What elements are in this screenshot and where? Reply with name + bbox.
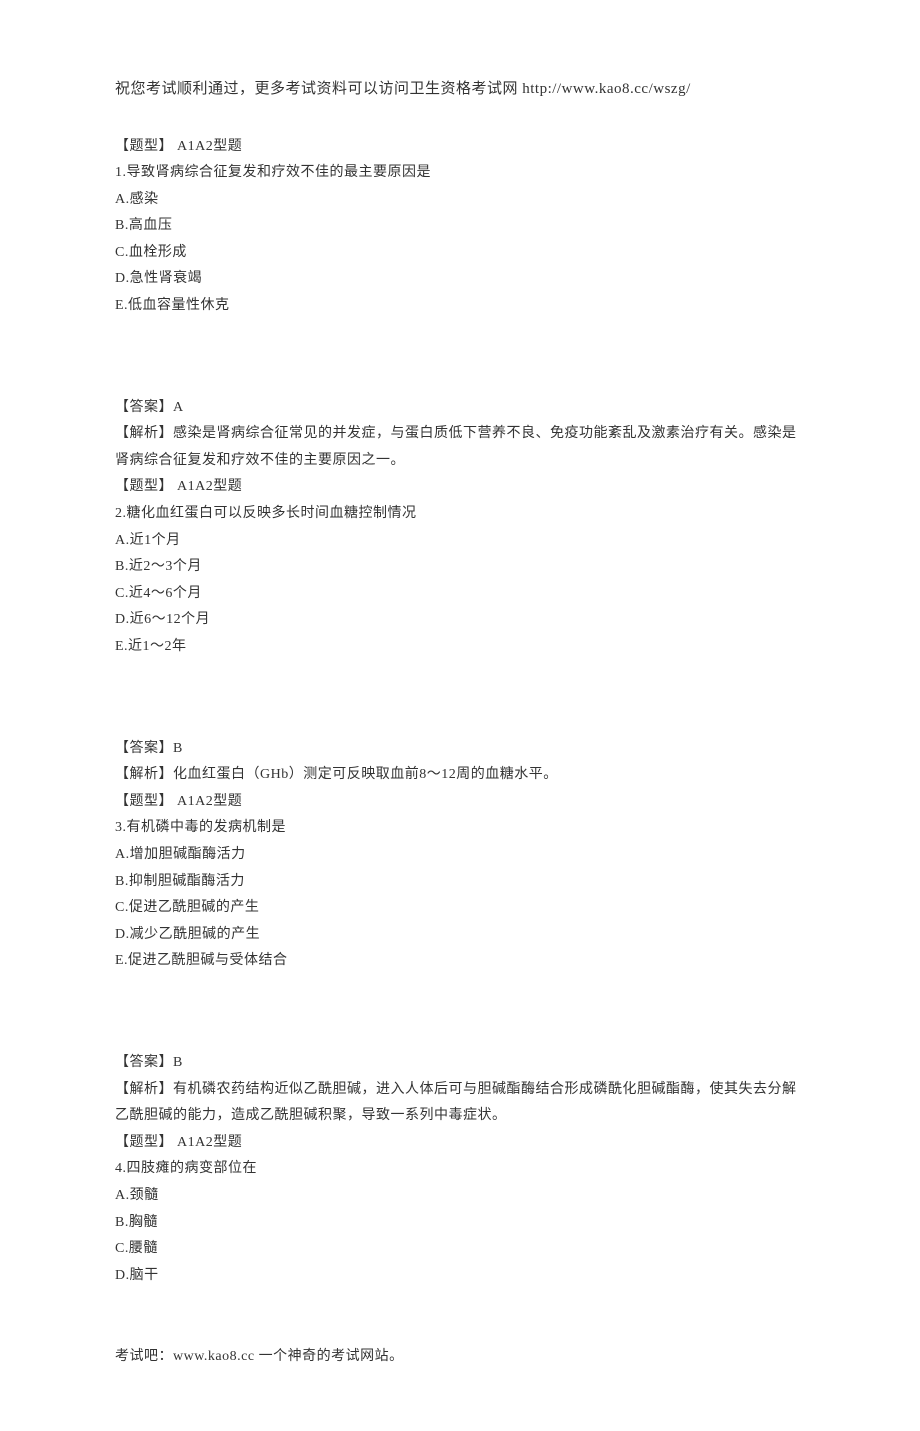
answer-section-3: 【答案】B 【解析】有机磷农药结构近似乙酰胆碱，进入人体后可与胆碱酯酶结合形成磷… — [115, 1050, 805, 1289]
option-a: A.近1个月 — [115, 528, 805, 555]
option-c: C.促进乙酰胆碱的产生 — [115, 895, 805, 922]
question-type: 【题型】 A1A2型题 — [115, 789, 805, 816]
question-block-1: 【题型】 A1A2型题 1.导致肾病综合征复发和疗效不佳的最主要原因是 A.感染… — [115, 134, 805, 320]
page-footer: 考试吧：www.kao8.cc 一个神奇的考试网站。 — [115, 1344, 805, 1371]
analysis-text: 【解析】有机磷农药结构近似乙酰胆碱，进入人体后可与胆碱酯酶结合形成磷酰化胆碱酯酶… — [115, 1077, 805, 1130]
option-e: E.促进乙酰胆碱与受体结合 — [115, 948, 805, 975]
option-d: D.近6～12个月 — [115, 607, 805, 634]
option-d: D.减少乙酰胆碱的产生 — [115, 922, 805, 949]
question-type: 【题型】 A1A2型题 — [115, 1130, 805, 1157]
analysis-text: 【解析】感染是肾病综合征常见的并发症，与蛋白质低下营养不良、免疫功能紊乱及激素治… — [115, 421, 805, 474]
question-stem: 3.有机磷中毒的发病机制是 — [115, 815, 805, 842]
answer-label: 【答案】B — [115, 736, 805, 763]
option-a: A.感染 — [115, 187, 805, 214]
option-c: C.近4～6个月 — [115, 581, 805, 608]
option-b: B.胸髓 — [115, 1210, 805, 1237]
option-c: C.血栓形成 — [115, 240, 805, 267]
option-b: B.高血压 — [115, 213, 805, 240]
option-e: E.低血容量性休克 — [115, 293, 805, 320]
option-b: B.近2～3个月 — [115, 554, 805, 581]
answer-section-1: 【答案】A 【解析】感染是肾病综合征常见的并发症，与蛋白质低下营养不良、免疫功能… — [115, 395, 805, 661]
question-stem: 2.糖化血红蛋白可以反映多长时间血糖控制情况 — [115, 501, 805, 528]
question-stem: 1.导致肾病综合征复发和疗效不佳的最主要原因是 — [115, 160, 805, 187]
answer-section-2: 【答案】B 【解析】化血红蛋白（GHb）测定可反映取血前8～12周的血糖水平。 … — [115, 736, 805, 975]
answer-label: 【答案】A — [115, 395, 805, 422]
option-b: B.抑制胆碱酯酶活力 — [115, 869, 805, 896]
option-e: E.近1～2年 — [115, 634, 805, 661]
answer-label: 【答案】B — [115, 1050, 805, 1077]
question-type: 【题型】 A1A2型题 — [115, 134, 805, 161]
option-c: C.腰髓 — [115, 1236, 805, 1263]
question-stem: 4.四肢瘫的病变部位在 — [115, 1156, 805, 1183]
analysis-text: 【解析】化血红蛋白（GHb）测定可反映取血前8～12周的血糖水平。 — [115, 762, 805, 789]
option-d: D.脑干 — [115, 1263, 805, 1290]
option-a: A.增加胆碱酯酶活力 — [115, 842, 805, 869]
question-type: 【题型】 A1A2型题 — [115, 474, 805, 501]
option-d: D.急性肾衰竭 — [115, 266, 805, 293]
option-a: A.颈髓 — [115, 1183, 805, 1210]
page-header: 祝您考试顺利通过，更多考试资料可以访问卫生资格考试网 http://www.ka… — [115, 75, 805, 104]
